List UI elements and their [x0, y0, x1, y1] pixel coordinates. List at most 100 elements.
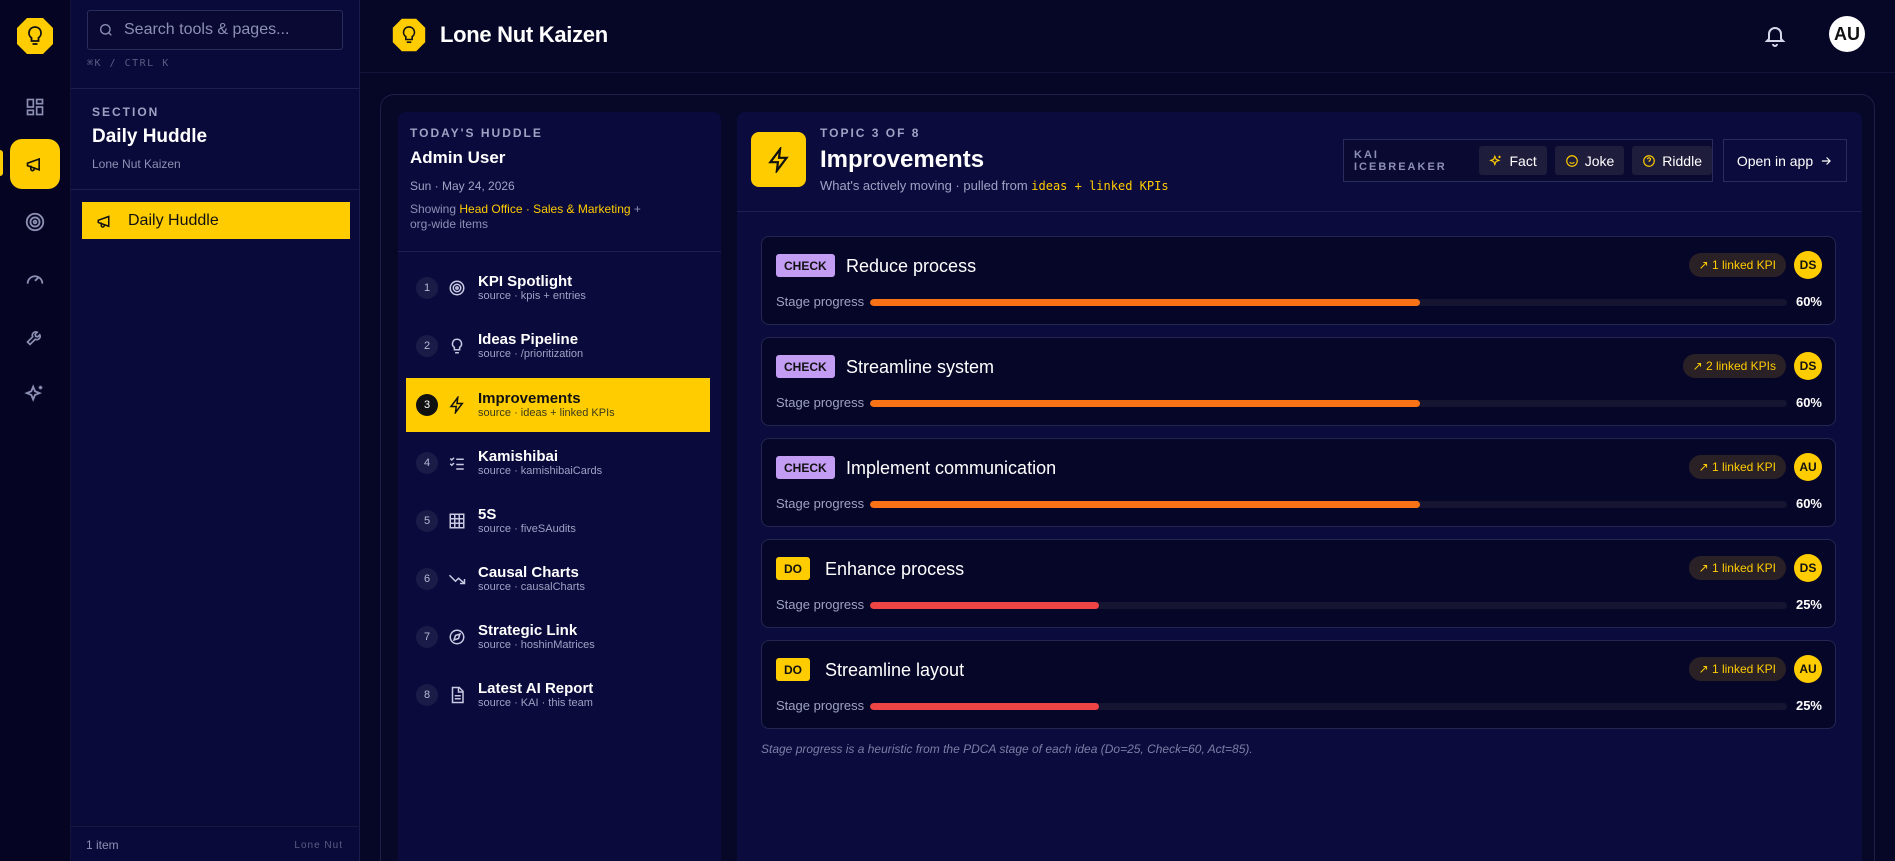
item-count: 1 item	[86, 838, 119, 852]
linked-kpi-badge[interactable]: ↗ 1 linked KPI	[1688, 253, 1786, 277]
progress-fill	[870, 602, 1100, 609]
agenda-item-5s[interactable]: 5 5S source · fiveSAudits	[406, 494, 710, 548]
fact-label: Fact	[1509, 152, 1537, 169]
sidebar-item-label: Daily Huddle	[128, 211, 219, 229]
progress-label: Stage progress	[776, 294, 865, 309]
icon-rail	[0, 0, 71, 861]
agenda-item-number: 5	[416, 510, 438, 532]
improvement-card[interactable]: CHECK Reduce process ↗ 1 linked KPI DS S…	[761, 236, 1836, 325]
agenda-item-causal-charts[interactable]: 6 Causal Charts source · causalCharts	[406, 552, 710, 606]
agenda-item-number: 8	[416, 684, 438, 706]
search-field[interactable]	[87, 10, 343, 50]
owner-avatar: AU	[1794, 655, 1822, 683]
stage-badge: CHECK	[776, 254, 835, 277]
agenda-item-kpi-spotlight[interactable]: 1 KPI Spotlight source · kpis + entries	[406, 261, 710, 315]
huddle-agenda: TODAY'S HUDDLE Admin User Sun · May 24, …	[398, 112, 721, 861]
app-logo-icon[interactable]	[391, 17, 427, 53]
agenda-item-strategic-link[interactable]: 7 Strategic Link source · hoshinMatrices	[406, 610, 710, 664]
progress-percent: 25%	[1795, 698, 1822, 713]
progress-bar	[870, 299, 1787, 306]
linked-kpi-badge[interactable]: ↗ 1 linked KPI	[1688, 455, 1786, 479]
stage-badge: DO	[776, 557, 810, 580]
agenda-item-number: 3	[416, 394, 438, 416]
agenda-item-kamishibai[interactable]: 4 Kamishibai source · kamishibaiCards	[406, 436, 710, 490]
progress-percent: 25%	[1795, 597, 1822, 612]
progress-bar	[870, 703, 1787, 710]
agenda-item-ideas-pipeline[interactable]: 2 Ideas Pipeline source · /prioritization	[406, 319, 710, 373]
agenda-item-source: source · kamishibaiCards	[478, 465, 603, 477]
compass-icon	[448, 628, 466, 646]
scope-prefix: Showing	[410, 202, 460, 216]
dashboard-icon[interactable]	[10, 82, 60, 132]
improvement-card[interactable]: DO Streamline layout ↗ 1 linked KPI AU S…	[761, 640, 1836, 729]
divider	[71, 88, 360, 89]
riddle-button[interactable]: Riddle	[1632, 146, 1712, 175]
linked-kpi-badge[interactable]: ↗ 1 linked KPI	[1688, 657, 1786, 681]
linked-kpi-badge[interactable]: ↗ 1 linked KPI	[1688, 556, 1786, 580]
section-subtitle: Lone Nut Kaizen	[92, 157, 181, 171]
stage-badge: CHECK	[776, 355, 835, 378]
topic-kicker: TOPIC 3 OF 8	[820, 126, 921, 140]
owner-avatar: DS	[1794, 251, 1822, 279]
sidebar: ⌘K / CTRL K SECTION Daily Huddle Lone Nu…	[71, 0, 360, 861]
bolt-icon	[448, 396, 466, 414]
sparkles-icon	[1489, 154, 1503, 168]
topic-section: TOPIC 3 OF 8 Improvements What's activel…	[737, 112, 1862, 861]
progress-percent: 60%	[1795, 294, 1822, 309]
grid-icon	[448, 512, 466, 530]
progress-fill	[870, 501, 1421, 508]
smile-icon	[1565, 154, 1579, 168]
sparkles-icon[interactable]	[10, 369, 60, 419]
wrench-icon[interactable]	[10, 312, 60, 362]
improvement-card[interactable]: CHECK Implement communication ↗ 1 linked…	[761, 438, 1836, 527]
sidebar-item-daily-huddle[interactable]: Daily Huddle	[82, 202, 350, 239]
search-shortcut-hint: ⌘K / CTRL K	[87, 58, 170, 69]
progress-bar	[870, 400, 1787, 407]
agenda-item-name: Latest AI Report	[478, 680, 594, 697]
progress-fill	[870, 400, 1421, 407]
app-title: Lone Nut Kaizen	[440, 22, 608, 47]
agenda-item-name: Kamishibai	[478, 448, 559, 465]
megaphone-icon[interactable]	[10, 139, 60, 189]
target-icon	[448, 279, 466, 297]
bell-icon[interactable]	[1763, 22, 1787, 48]
user-avatar[interactable]: AU	[1829, 16, 1865, 52]
agenda-item-source: source · hoshinMatrices	[478, 639, 595, 651]
card-title: Streamline system	[846, 357, 995, 377]
card-title: Reduce process	[846, 256, 977, 276]
agenda-item-improvements[interactable]: 3 Improvements source · ideas + linked KP…	[406, 378, 710, 432]
open-in-app-button[interactable]: Open in app	[1723, 139, 1847, 182]
target-icon[interactable]	[10, 197, 60, 247]
app-logo-icon[interactable]	[15, 16, 55, 56]
joke-button[interactable]: Joke	[1554, 146, 1625, 175]
agenda-item-source: source · ideas + linked KPIs	[478, 407, 615, 419]
trend-down-icon	[448, 570, 466, 588]
agenda-item-source: source · fiveSAudits	[478, 523, 576, 535]
linked-kpi-badge[interactable]: ↗ 2 linked KPIs	[1682, 354, 1786, 378]
progress-label: Stage progress	[776, 597, 865, 612]
progress-bar	[870, 602, 1787, 609]
agenda-user: Admin User	[410, 148, 506, 167]
agenda-item-name: KPI Spotlight	[478, 273, 573, 290]
improvement-card[interactable]: CHECK Streamline system ↗ 2 linked KPIs …	[761, 337, 1836, 426]
agenda-date: Sun · May 24, 2026	[410, 179, 515, 193]
search-input[interactable]	[124, 21, 324, 39]
footer-brand: Lone Nut	[294, 840, 343, 851]
agenda-item-source: source · /prioritization	[478, 348, 584, 360]
search-icon	[98, 22, 114, 38]
progress-footnote: Stage progress is a heuristic from the P…	[761, 742, 1253, 756]
progress-label: Stage progress	[776, 698, 865, 713]
improvement-card[interactable]: DO Enhance process ↗ 1 linked KPI DS Sta…	[761, 539, 1836, 628]
gauge-icon[interactable]	[10, 254, 60, 304]
agenda-item-latest-ai-report[interactable]: 8 Latest AI Report source · KAI · this te…	[406, 668, 710, 722]
progress-label: Stage progress	[776, 496, 865, 511]
agenda-item-name: 5S	[478, 506, 497, 523]
progress-fill	[870, 299, 1421, 306]
joke-label: Joke	[1584, 152, 1615, 169]
megaphone-icon	[96, 212, 114, 230]
agenda-scope: Showing Head Office · Sales & Marketing …	[410, 202, 660, 232]
fact-button[interactable]: Fact	[1479, 146, 1547, 175]
divider	[398, 251, 721, 252]
agenda-item-name: Strategic Link	[478, 622, 578, 639]
question-icon	[1642, 154, 1656, 168]
